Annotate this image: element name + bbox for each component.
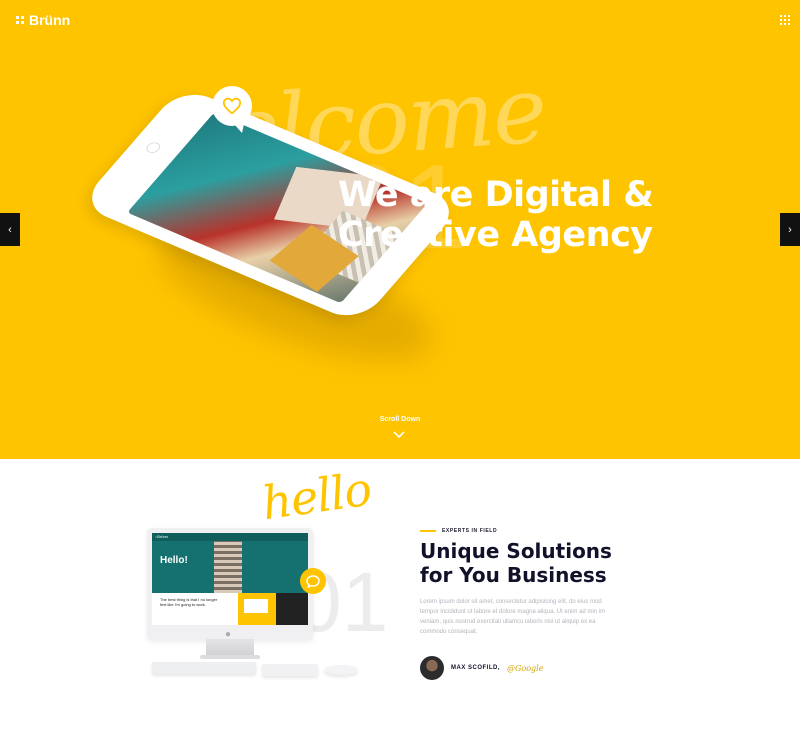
author-company[interactable]: @Google [507, 664, 543, 673]
mouse [324, 665, 358, 675]
eyebrow-text: EXPERTS IN FIELD [442, 528, 498, 534]
author-block: MAX SCOFILD, @Google [420, 656, 543, 680]
grid-menu-icon[interactable] [780, 15, 790, 25]
brand-name: Brünn [29, 12, 71, 28]
scroll-down-label[interactable]: Scroll Down [0, 416, 800, 423]
mockup-card [244, 599, 268, 613]
brand-logo[interactable]: Brünn [16, 12, 70, 28]
about-section: hello 01 ::Brünn Hello! The best thing i… [0, 459, 800, 732]
author-name: MAX SCOFILD, [451, 665, 500, 671]
grid-dots-icon [16, 16, 24, 24]
hero-slider: Brünn welcome 01 We are Digital & Creati… [0, 0, 800, 459]
mockup-caption: The best thing is that I no longer feel … [160, 597, 218, 607]
hero-title-line1: We are Digital & [338, 175, 654, 215]
about-script-word: hello [258, 461, 375, 531]
chevron-down-icon[interactable] [393, 430, 405, 440]
hero-title: We are Digital & Creative Agency [338, 175, 654, 255]
mockup-image [214, 541, 242, 593]
slider-prev-button[interactable]: ‹ [0, 213, 20, 246]
desktop-mockup: ::Brünn Hello! The best thing is that I … [147, 528, 313, 640]
about-title-line2: for You Business [420, 563, 607, 587]
trackpad [262, 664, 318, 676]
phone-home-button [143, 140, 164, 155]
mockup-nav: ::Brünn [152, 533, 308, 541]
keyboard [152, 662, 256, 674]
mockup-screen: ::Brünn Hello! The best thing is that I … [152, 533, 308, 625]
about-title: Unique Solutions for You Business [420, 539, 612, 587]
mockup-dark-block [276, 593, 308, 625]
slider-next-button[interactable]: › [780, 213, 800, 246]
heart-chat-icon [212, 86, 252, 133]
monitor-foot [200, 655, 260, 659]
about-body-text: Lorem ipsum dolor sit amet, consectetur … [420, 599, 606, 635]
mockup-hello: Hello! [160, 555, 188, 566]
section-eyebrow: EXPERTS IN FIELD [420, 528, 497, 534]
hero-title-line2: Creative Agency [338, 215, 653, 255]
avatar [420, 656, 444, 680]
chat-bubble-icon [300, 568, 326, 594]
about-title-line1: Unique Solutions [420, 539, 612, 563]
eyebrow-line [420, 530, 436, 532]
